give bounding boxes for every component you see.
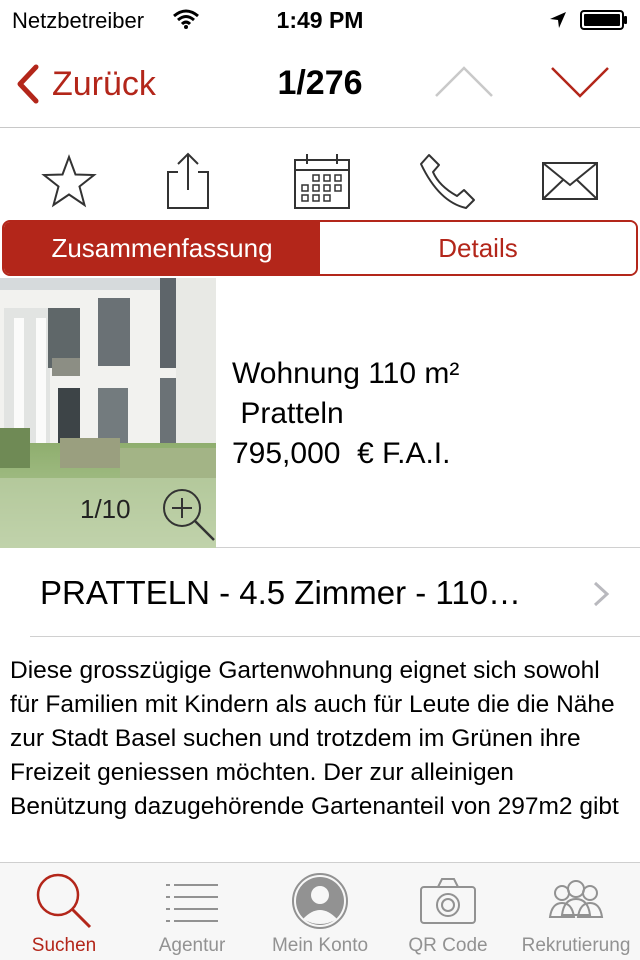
tab-details[interactable]: Details (320, 222, 636, 274)
favorite-button[interactable] (37, 150, 101, 212)
segmented-control: Zusammenfassung Details (2, 220, 638, 276)
user-avatar-icon (292, 873, 348, 929)
star-icon (41, 154, 97, 208)
tab-label: Rekrutierung (521, 935, 631, 956)
tab-zusammenfassung[interactable]: Zusammenfassung (4, 222, 320, 274)
divider (30, 636, 640, 637)
tab-qr-code[interactable]: QR Code (384, 863, 512, 960)
tab-mein-konto[interactable]: Mein Konto (256, 863, 384, 960)
tab-label: Agentur (158, 935, 226, 956)
people-icon (548, 880, 604, 918)
tab-suchen[interactable]: Suchen (0, 863, 128, 960)
listing-type-area: Wohnung 110 m² (232, 357, 460, 390)
zoom-in-icon[interactable] (160, 486, 216, 542)
navigation-bar: Zurück 1/276 (0, 40, 640, 128)
calendar-button[interactable] (290, 150, 354, 212)
share-icon (167, 152, 209, 209)
chevron-up-icon[interactable] (432, 64, 496, 100)
battery-icon (580, 10, 627, 30)
listing-position: 1/276 (277, 64, 363, 102)
list-icon (166, 884, 218, 922)
tab-label: Mein Konto (271, 935, 369, 956)
tab-label: QR Code (408, 935, 488, 956)
listing-headline: PRATTELN - 4.5 Zimmer - 110… (40, 574, 522, 611)
listing-summary: 1/10 Wohnung 110 m² Pratteln 795,000 € F… (0, 278, 640, 548)
share-button[interactable] (156, 150, 220, 212)
status-time: 1:49 PM (276, 7, 364, 33)
tab-agentur[interactable]: Agentur (128, 863, 256, 960)
call-button[interactable] (416, 150, 480, 212)
listing-info: Wohnung 110 m² Pratteln 795,000 € F.A.I. (232, 354, 459, 474)
photo-counter: 1/10 (80, 494, 131, 524)
calendar-icon (294, 154, 350, 209)
phone-icon (420, 154, 475, 209)
chevron-down-icon[interactable] (548, 64, 612, 100)
chevron-right-icon (593, 581, 610, 607)
tab-rekrutierung[interactable]: Rekrutierung (512, 863, 640, 960)
listing-price: 795,000 € F.A.I. (232, 437, 451, 470)
status-bar: Netzbetreiber 1:49 PM (0, 0, 640, 40)
tab-label: Suchen (31, 935, 97, 956)
mail-icon (542, 162, 598, 200)
listing-description: Diese grosszügige Gartenwohnung eignet s… (10, 657, 619, 820)
action-toolbar (0, 128, 640, 220)
search-icon (36, 873, 92, 929)
listing-photo[interactable]: 1/10 (0, 278, 216, 548)
listing-city: Pratteln (232, 397, 344, 430)
email-button[interactable] (538, 150, 602, 212)
location-arrow-icon (550, 12, 566, 28)
camera-icon (420, 878, 476, 924)
listing-headline-row[interactable]: PRATTELN - 4.5 Zimmer - 110… (0, 548, 640, 638)
tab-bar: Suchen Agentur Mein Konto QR Code Rekrut… (0, 862, 640, 960)
